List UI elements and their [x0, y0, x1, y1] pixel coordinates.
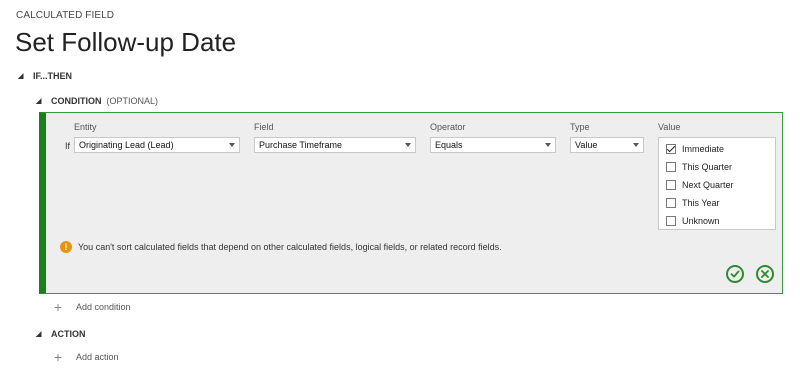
field-select[interactable]: Purchase Timeframe [254, 137, 416, 153]
type-select[interactable]: Value [570, 137, 644, 153]
type-select-value: Value [575, 140, 598, 150]
if-label: If [65, 141, 71, 151]
checkbox-checked-icon[interactable] [666, 144, 676, 154]
value-option-label: Unknown [682, 216, 720, 226]
value-column-label: Value [658, 122, 681, 132]
page-supertitle: CALCULATED FIELD [16, 10, 115, 21]
value-option-this-quarter[interactable]: This Quarter [666, 162, 732, 172]
value-option-immediate[interactable]: Immediate [666, 144, 724, 154]
ifthen-section-toggle[interactable]: ◢ IF...THEN [18, 71, 72, 81]
entity-select-value: Originating Lead (Lead) [79, 140, 174, 150]
type-column-label: Type [570, 122, 590, 132]
operator-select-value: Equals [435, 140, 463, 150]
discard-condition-button[interactable] [756, 265, 774, 283]
checkmark-icon [730, 270, 740, 278]
plus-icon: + [53, 349, 63, 365]
value-option-label: Immediate [682, 144, 725, 154]
action-section-label: ACTION [51, 329, 86, 339]
chevron-down-icon [229, 143, 235, 147]
condition-optional-label: (OPTIONAL) [106, 96, 159, 106]
entity-column-label: Entity [74, 122, 97, 132]
checkbox-icon[interactable] [666, 198, 676, 208]
add-action-label: Add action [76, 352, 119, 362]
field-select-value: Purchase Timeframe [259, 140, 343, 150]
operator-select[interactable]: Equals [430, 137, 556, 153]
condition-editor: Entity Field Operator Type Value If Orig… [39, 112, 783, 294]
sort-warning: ! You can't sort calculated fields that … [60, 241, 502, 253]
page-title: Set Follow-up Date [15, 27, 237, 57]
value-option-label: Next Quarter [682, 180, 734, 190]
add-condition-button[interactable]: + Add condition [53, 299, 131, 315]
collapse-triangle-icon: ◢ [36, 331, 42, 338]
warning-icon: ! [60, 241, 72, 253]
chevron-down-icon [405, 143, 411, 147]
checkbox-icon[interactable] [666, 162, 676, 172]
field-column-label: Field [254, 122, 274, 132]
checkbox-icon[interactable] [666, 180, 676, 190]
collapse-triangle-icon: ◢ [18, 73, 24, 80]
value-option-unknown[interactable]: Unknown [666, 216, 720, 226]
plus-icon: + [53, 299, 63, 315]
value-option-list: Immediate This Quarter Next Quarter This… [658, 137, 776, 230]
condition-section-label: CONDITION [51, 96, 102, 106]
add-condition-label: Add condition [76, 302, 131, 312]
operator-column-label: Operator [430, 122, 466, 132]
close-icon [761, 270, 769, 278]
ifthen-section-label: IF...THEN [33, 71, 73, 81]
condition-section-toggle[interactable]: ◢ CONDITION (OPTIONAL) [36, 96, 158, 106]
add-action-button[interactable]: + Add action [53, 349, 119, 365]
value-option-next-quarter[interactable]: Next Quarter [666, 180, 734, 190]
collapse-triangle-icon: ◢ [36, 98, 42, 105]
chevron-down-icon [633, 143, 639, 147]
action-section-toggle[interactable]: ◢ ACTION [36, 329, 86, 339]
save-condition-button[interactable] [726, 265, 744, 283]
checkbox-icon[interactable] [666, 216, 676, 226]
entity-select[interactable]: Originating Lead (Lead) [74, 137, 240, 153]
chevron-down-icon [545, 143, 551, 147]
value-option-label: This Year [682, 198, 720, 208]
value-option-this-year[interactable]: This Year [666, 198, 720, 208]
value-option-label: This Quarter [682, 162, 733, 172]
sort-warning-text: You can't sort calculated fields that de… [78, 242, 502, 252]
